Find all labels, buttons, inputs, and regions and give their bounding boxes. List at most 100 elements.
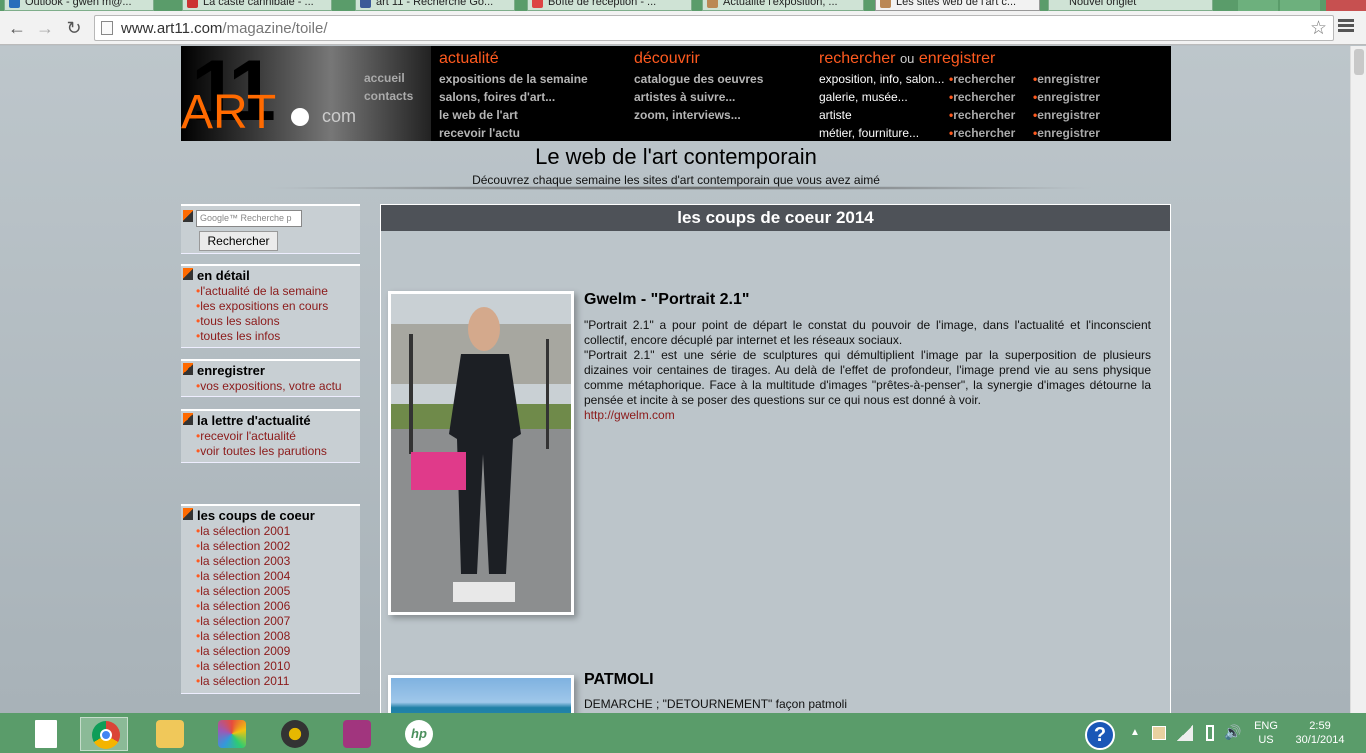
nav-link[interactable]: recevoir l'actu — [439, 124, 588, 142]
sidebar-coups-de-coeur: les coups de coeur la sélection 2001 la … — [181, 504, 360, 694]
sidebar-en-detail: en détail l'actualité de la semaine les … — [181, 264, 360, 348]
scrollbar-thumb[interactable] — [1354, 49, 1364, 75]
nav-link[interactable]: expositions de la semaine — [439, 70, 588, 88]
artwork-image[interactable] — [388, 291, 574, 615]
header-small-nav: accueil contacts — [364, 69, 413, 105]
register-link[interactable]: enregistrer — [1033, 88, 1100, 106]
search-link[interactable]: rechercher — [949, 124, 1015, 142]
maximize-button[interactable] — [1280, 0, 1320, 11]
sidebar-section-title: enregistrer — [197, 363, 265, 378]
search-link[interactable]: rechercher — [949, 70, 1015, 88]
nav-rechercher-title: rechercher ou enregistrer — [819, 50, 996, 67]
sidebar-link[interactable]: la sélection 2001 — [181, 524, 360, 539]
volume-icon[interactable]: 🔊 — [1224, 724, 1241, 741]
sidebar-link[interactable]: la sélection 2003 — [181, 554, 360, 569]
register-link[interactable]: enregistrer — [1033, 106, 1100, 124]
sidebar-link[interactable]: la sélection 2009 — [181, 644, 360, 659]
search-button[interactable]: Rechercher — [199, 231, 278, 251]
sidebar-section-title: la lettre d'actualité — [197, 413, 311, 428]
sidebar-link[interactable]: vos expositions, votre actu — [181, 379, 360, 394]
sidebar-search-box: Google™ Recherche p Rechercher — [181, 204, 360, 254]
sidebar-link[interactable]: recevoir l'actualité — [181, 429, 360, 444]
browser-tab[interactable]: Nouvel onglet — [1048, 0, 1213, 11]
search-link[interactable]: rechercher — [949, 88, 1015, 106]
nav-contacts[interactable]: contacts — [364, 87, 413, 105]
nav-link[interactable]: catalogue des oeuvres — [634, 70, 763, 88]
main-heading: les coups de coeur 2014 — [381, 205, 1170, 231]
url-text: www.art11.com/magazine/toile/ — [121, 20, 328, 37]
language-indicator[interactable]: ENG US — [1250, 719, 1282, 747]
nav-link[interactable]: le web de l'art — [439, 106, 588, 124]
sidebar-link[interactable]: la sélection 2002 — [181, 539, 360, 554]
sidebar-link[interactable]: la sélection 2008 — [181, 629, 360, 644]
tab-favicon-icon — [707, 0, 718, 8]
search-link[interactable]: rechercher — [949, 106, 1015, 124]
minimize-button[interactable] — [1238, 0, 1278, 11]
close-window-button[interactable] — [1326, 0, 1366, 11]
nav-accueil[interactable]: accueil — [364, 69, 413, 87]
nav-actualite-title[interactable]: actualité — [439, 50, 588, 70]
sidebar-link[interactable]: la sélection 2004 — [181, 569, 360, 584]
security-tray-icon[interactable] — [1152, 726, 1166, 740]
browser-tab[interactable]: La caste cannibale - ... — [182, 0, 332, 11]
battery-icon[interactable] — [1206, 725, 1214, 741]
browser-tabbar: Outlook - gwen m@... La caste cannibale … — [0, 0, 1366, 11]
help-icon[interactable]: ? — [1085, 720, 1115, 750]
file-explorer-icon[interactable] — [145, 717, 193, 751]
sidebar-link[interactable]: la sélection 2006 — [181, 599, 360, 614]
sidebar-link[interactable]: tous les salons — [181, 314, 360, 329]
sidebar-link[interactable]: la sélection 2010 — [181, 659, 360, 674]
browser-menu-icon[interactable] — [1338, 17, 1358, 37]
nav-link[interactable]: zoom, interviews... — [634, 106, 763, 124]
sidebar-link[interactable]: l'actualité de la semaine — [181, 284, 360, 299]
sidebar-link[interactable]: la sélection 2007 — [181, 614, 360, 629]
register-link[interactable]: enregistrer — [1033, 124, 1100, 142]
vertical-scrollbar[interactable] — [1350, 46, 1366, 713]
nav-actualite: actualité expositions de la semaine salo… — [439, 50, 588, 142]
sidebar-link[interactable]: toutes les infos — [181, 329, 360, 344]
artwork-image[interactable] — [388, 675, 574, 713]
nav-link[interactable]: artistes à suivre... — [634, 88, 763, 106]
register-links: enregistrer enregistrer enregistrer enre… — [1033, 70, 1100, 142]
tab-favicon-icon — [880, 0, 891, 8]
sidebar-link[interactable]: voir toutes les parutions — [181, 444, 360, 459]
arrow-icon — [183, 210, 193, 222]
clock[interactable]: 2:59 30/1/2014 — [1288, 719, 1352, 747]
browser-tab[interactable]: Actualité l'exposition, ... — [702, 0, 864, 11]
register-link[interactable]: enregistrer — [1033, 70, 1100, 88]
google-search-input[interactable]: Google™ Recherche p — [196, 210, 302, 227]
sidebar-link[interactable]: la sélection 2011 — [181, 674, 360, 689]
photo-app-icon[interactable] — [207, 717, 255, 751]
chrome-icon[interactable] — [80, 717, 128, 751]
reload-icon[interactable]: ↻ — [63, 17, 85, 39]
file-icon[interactable] — [22, 717, 70, 751]
back-arrow-icon[interactable]: ← — [6, 17, 28, 39]
nav-link[interactable]: salons, foires d'art... — [439, 88, 588, 106]
network-icon[interactable] — [1177, 725, 1193, 741]
presentation-app-icon[interactable] — [332, 717, 380, 751]
media-player-icon[interactable] — [270, 717, 318, 751]
hp-icon[interactable]: hp — [394, 717, 442, 751]
article-paragraph: "Portrait 2.1" est une série de sculptur… — [584, 348, 1151, 407]
nav-decouvrir: découvrir catalogue des oeuvres artistes… — [634, 50, 763, 124]
tab-favicon-icon — [532, 0, 543, 8]
article-title: PATMOLI — [584, 671, 654, 688]
sidebar-lettre: la lettre d'actualité recevoir l'actuali… — [181, 409, 360, 463]
browser-tab-active[interactable]: Les sites web de l'art c... — [875, 0, 1040, 11]
sidebar-link[interactable]: la sélection 2005 — [181, 584, 360, 599]
browser-tab[interactable]: art 11 - Recherche Go... — [355, 0, 515, 11]
forward-arrow-icon[interactable]: → — [34, 17, 56, 39]
bookmark-star-icon[interactable]: ☆ — [1310, 17, 1327, 40]
article-title: Gwelm - "Portrait 2.1" — [584, 291, 750, 308]
address-bar[interactable]: www.art11.com/magazine/toile/ ☆ — [94, 15, 1334, 41]
windows-taskbar: hp ? ▲ 🔊 ENG US 2:59 30/1/2014 — [0, 713, 1366, 753]
browser-tab[interactable]: Boîte de réception - ... — [527, 0, 692, 11]
sidebar-link[interactable]: les expositions en cours — [181, 299, 360, 314]
nav-decouvrir-title[interactable]: découvrir — [634, 50, 763, 70]
tray-expand-icon[interactable]: ▲ — [1130, 727, 1140, 738]
browser-tab[interactable]: Outlook - gwen m@... — [4, 0, 154, 11]
article-link[interactable]: http://gwelm.com — [584, 408, 1151, 423]
sidebar-enregistrer: enregistrer vos expositions, votre actu — [181, 359, 360, 397]
tab-favicon-icon — [9, 0, 20, 8]
page-viewport: 11 ART com accueil contacts actualité ex… — [0, 46, 1350, 713]
